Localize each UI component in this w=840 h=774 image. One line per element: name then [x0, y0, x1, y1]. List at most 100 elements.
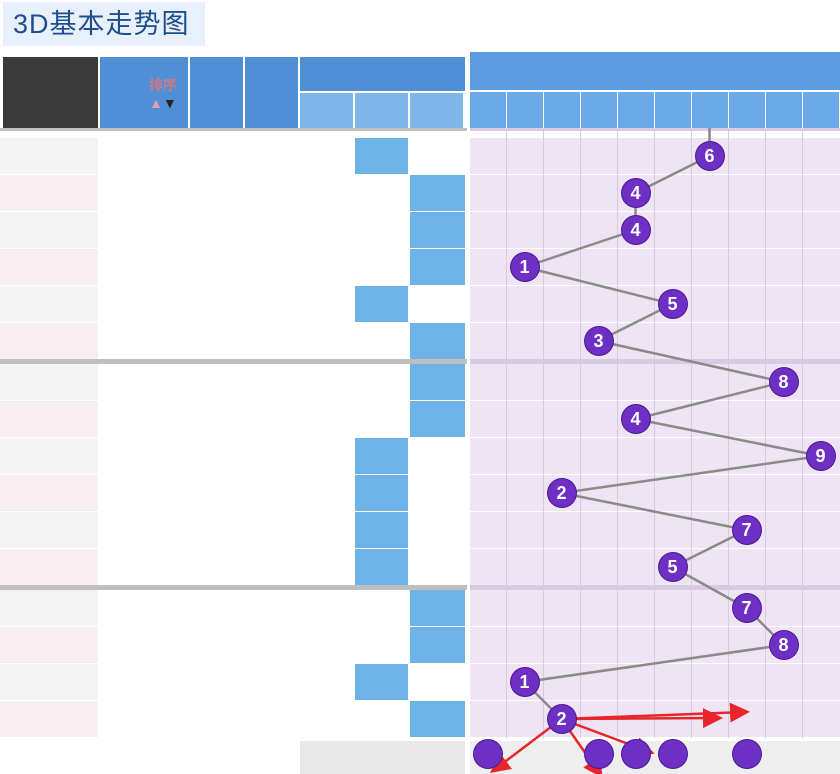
cell-g3	[355, 138, 408, 174]
cell-g3	[355, 401, 408, 437]
sort-button[interactable]: 排序 ▲▼	[138, 57, 188, 129]
predict-ball[interactable]	[621, 740, 650, 768]
cell-leopard	[300, 475, 353, 511]
header-prize	[245, 57, 298, 129]
cell-period	[100, 401, 188, 437]
trend-row-bg	[470, 701, 840, 737]
header-digit-6	[692, 92, 728, 128]
header-period-2	[100, 93, 138, 129]
cell-test	[190, 664, 243, 700]
separator-right	[470, 128, 840, 131]
tens-digit-ball: 4	[621, 405, 650, 433]
trend-row-bg	[470, 590, 840, 626]
trend-grid-line	[654, 128, 655, 738]
tens-digit-ball: 5	[658, 553, 687, 581]
cell-seq	[0, 438, 98, 474]
cell-seq	[0, 627, 98, 663]
cell-period	[100, 549, 188, 585]
cell-test	[190, 286, 243, 322]
cell-period	[100, 627, 188, 663]
page-title: 3D基本走势图	[3, 2, 205, 46]
cell-leopard	[300, 438, 353, 474]
predict-ball[interactable]	[473, 740, 502, 768]
cell-test	[190, 175, 243, 211]
predict-ball[interactable]	[584, 740, 613, 768]
cell-period	[100, 212, 188, 248]
cell-seq	[0, 249, 98, 285]
cell-g6	[410, 438, 465, 474]
header-seq	[3, 57, 98, 129]
tens-digit-ball: 7	[732, 594, 761, 622]
cell-g6	[410, 512, 465, 548]
tens-digit-ball: 2	[547, 479, 576, 507]
header-type	[300, 57, 465, 91]
header-digit-2	[544, 92, 580, 128]
cell-seq	[0, 138, 98, 174]
cell-seq	[0, 590, 98, 626]
cell-g3	[355, 627, 408, 663]
cell-prize	[245, 138, 298, 174]
trend-row-bg	[470, 138, 840, 174]
predict-ball[interactable]	[732, 740, 761, 768]
trend-grid-line	[691, 128, 692, 738]
cell-seq	[0, 549, 98, 585]
trend-row-bg	[470, 286, 840, 322]
cell-period	[100, 249, 188, 285]
tens-digit-ball: 8	[769, 368, 798, 396]
cell-test	[190, 549, 243, 585]
cell-g3	[355, 475, 408, 511]
cell-g6	[410, 701, 465, 737]
cell-prize	[245, 701, 298, 737]
cell-g3	[355, 212, 408, 248]
cell-g6	[410, 175, 465, 211]
predict-type-bg	[300, 741, 465, 774]
cell-prize	[245, 401, 298, 437]
cell-test	[190, 701, 243, 737]
cell-seq	[0, 701, 98, 737]
cell-g6	[410, 249, 465, 285]
cell-period	[100, 175, 188, 211]
cell-seq	[0, 175, 98, 211]
tens-digit-ball: 1	[510, 253, 539, 281]
header-digit-3	[581, 92, 617, 128]
cell-g3	[355, 664, 408, 700]
predict-ball[interactable]	[658, 740, 687, 768]
tens-digit-ball: 7	[732, 516, 761, 544]
trend-chart-page: 3D基本走势图 排序 ▲▼ 6 4 4 1 5 3 8 4 9 2 7 5 7 8 1 2	[0, 0, 840, 774]
trend-grid-line	[580, 128, 581, 738]
tens-digit-ball: 1	[510, 668, 539, 696]
cell-g3	[355, 590, 408, 626]
header-digit-7	[729, 92, 765, 128]
cell-prize	[245, 512, 298, 548]
cell-period	[100, 512, 188, 548]
cell-g6	[410, 286, 465, 322]
cell-test	[190, 590, 243, 626]
tens-digit-ball: 3	[584, 327, 613, 355]
cell-g3	[355, 286, 408, 322]
cell-g3	[355, 323, 408, 359]
cell-leopard	[300, 627, 353, 663]
separator-left	[0, 128, 467, 131]
header-group6	[410, 93, 463, 129]
trend-grid-line	[543, 128, 544, 738]
predict-label	[0, 741, 298, 774]
trend-row-bg	[470, 512, 840, 548]
cell-test	[190, 364, 243, 400]
cell-prize	[245, 323, 298, 359]
cell-g3	[355, 249, 408, 285]
cell-period	[100, 138, 188, 174]
header-digit-1	[507, 92, 543, 128]
cell-test	[190, 212, 243, 248]
cell-g6	[410, 212, 465, 248]
cell-g3	[355, 364, 408, 400]
cell-prize	[245, 286, 298, 322]
cell-prize	[245, 212, 298, 248]
cell-g6	[410, 549, 465, 585]
cell-leopard	[300, 249, 353, 285]
cell-g6	[410, 590, 465, 626]
trend-row-bg	[470, 438, 840, 474]
cell-seq	[0, 512, 98, 548]
cell-g6	[410, 323, 465, 359]
cell-leopard	[300, 364, 353, 400]
cell-leopard	[300, 175, 353, 211]
